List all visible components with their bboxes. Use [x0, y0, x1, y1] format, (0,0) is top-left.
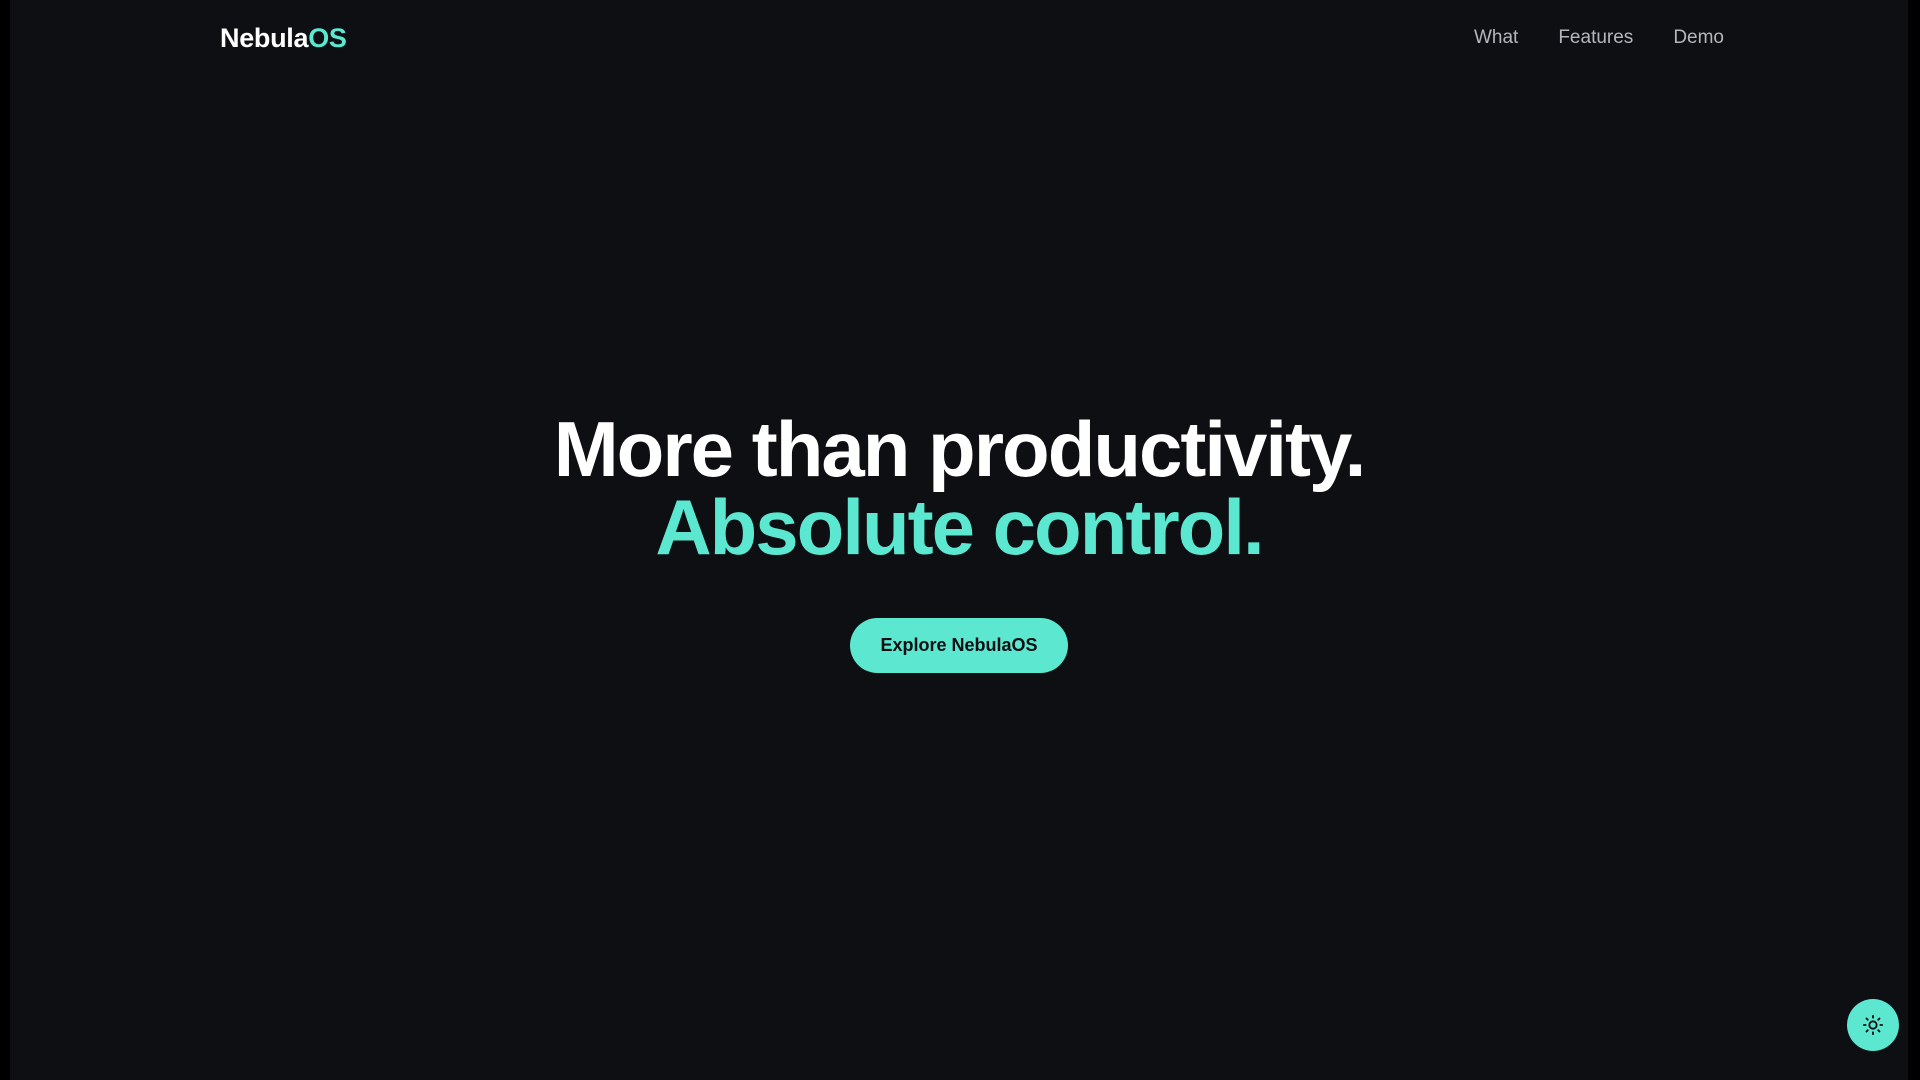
theme-toggle-button[interactable] — [1847, 999, 1899, 1051]
page: NebulaOS What Features Demo More than pr… — [10, 0, 1908, 1080]
headline-line-2: Absolute control. — [655, 483, 1264, 571]
hero-headline: More than productivity. Absolute control… — [10, 410, 1908, 566]
nav-link-features[interactable]: Features — [1558, 25, 1633, 51]
nav-link-what[interactable]: What — [1474, 25, 1518, 51]
nav-links: What Features Demo — [1474, 25, 1724, 51]
headline-line-1: More than productivity. — [553, 405, 1367, 493]
nav-link-demo[interactable]: Demo — [1673, 25, 1724, 51]
hero-section: More than productivity. Absolute control… — [10, 410, 1908, 673]
brand-logo[interactable]: NebulaOS — [220, 21, 347, 55]
sun-icon — [1862, 1014, 1884, 1036]
brand-accent: OS — [308, 23, 347, 53]
explore-button[interactable]: Explore NebulaOS — [850, 618, 1068, 673]
brand-name: Nebula — [220, 23, 309, 53]
top-nav: NebulaOS What Features Demo — [10, 0, 1908, 76]
